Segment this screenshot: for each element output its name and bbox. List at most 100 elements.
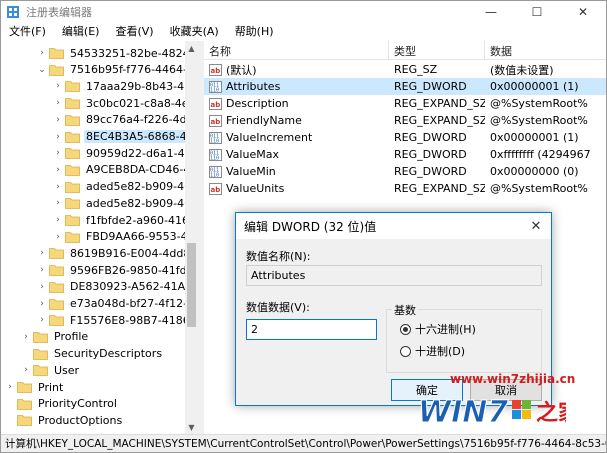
column-header-type[interactable]: 类型 <box>389 41 485 60</box>
value-data-input[interactable]: 2 <box>246 319 377 340</box>
menu-file[interactable]: 文件(F) <box>1 23 54 39</box>
value-row[interactable]: 011 110 ValueMin REG_DWORD 0x00000000 (0) <box>204 163 606 180</box>
collapsed-chevron-icon[interactable]: › <box>21 362 31 378</box>
radio-unchecked-icon[interactable] <box>400 345 411 357</box>
registry-key-tree[interactable]: › 54533251-82be-4824-96c ⌄ 7516b95f-f776-44… <box>1 41 198 434</box>
close-button[interactable]: ✕ <box>560 1 606 22</box>
collapsed-chevron-icon[interactable]: › <box>37 262 47 278</box>
tree-scrollbar[interactable]: ▲ ▼ <box>185 41 198 434</box>
status-bar-path: 计算机\HKEY_LOCAL_MACHINE\SYSTEM\CurrentCon… <box>1 434 606 452</box>
menu-edit[interactable]: 编辑(E) <box>54 23 108 39</box>
logo-suffix: 之家 <box>536 400 566 426</box>
collapsed-chevron-icon[interactable]: › <box>53 78 63 94</box>
dialog-title: 编辑 DWORD (32 位)值 <box>244 219 377 234</box>
collapsed-chevron-icon[interactable]: › <box>37 279 47 295</box>
tree-item[interactable]: › aded5e82-b909-4619- <box>53 179 198 195</box>
list-header: 名称 类型 数据 <box>204 41 606 60</box>
menu-bar: 文件(F) 编辑(E) 查看(V) 收藏夹(A) 帮助(H) <box>1 22 606 40</box>
tree-item[interactable]: › 90959d22-d6a1-49b9- <box>53 145 198 161</box>
value-row[interactable]: 011 110 Attributes REG_DWORD 0x00000001 (1) <box>204 78 606 95</box>
collapsed-chevron-icon[interactable]: › <box>21 329 31 345</box>
tree-item[interactable]: › Profile <box>21 329 90 345</box>
tree-item[interactable]: › aded5e82-b909-4619- <box>53 195 198 211</box>
collapsed-chevron-icon[interactable]: › <box>53 145 63 161</box>
folder-icon <box>65 164 80 176</box>
value-name-text: ValueMin <box>226 165 276 178</box>
tree-item[interactable]: › DE830923-A562-41AF-A0 <box>37 279 198 295</box>
tree-item[interactable]: › FBD9AA66-9553-4097 <box>53 229 198 245</box>
collapsed-chevron-icon[interactable]: › <box>37 312 47 328</box>
tree-item-label: 17aaa29b-8b43-4b94 <box>86 79 198 93</box>
tree-item[interactable]: › 3c0bc021-c8a8-4e07-a <box>53 95 198 111</box>
value-row[interactable]: ab (默认) REG_SZ (数值未设置) <box>204 61 606 78</box>
tree-item[interactable]: PriorityControl <box>5 396 119 412</box>
maximize-button[interactable]: ☐ <box>514 1 560 22</box>
menu-help[interactable]: 帮助(H) <box>227 23 282 39</box>
folder-icon <box>17 415 32 427</box>
value-row[interactable]: ab Description REG_EXPAND_SZ @%SystemRoot% <box>204 95 606 112</box>
svg-text:110: 110 <box>210 172 219 178</box>
value-name-cell: ab FriendlyName <box>204 112 389 129</box>
collapsed-chevron-icon[interactable]: › <box>53 229 63 245</box>
value-row[interactable]: ab FriendlyName REG_EXPAND_SZ @%SystemRoot% <box>204 112 606 129</box>
value-row[interactable]: ab ValueUnits REG_EXPAND_SZ @%SystemRoot% <box>204 180 606 197</box>
scroll-up-icon[interactable]: ▲ <box>185 41 198 55</box>
collapsed-chevron-icon[interactable]: › <box>53 112 63 128</box>
tree-item-label: 3c0bc021-c8a8-4e07-a <box>86 96 198 110</box>
value-name-text: FriendlyName <box>226 114 302 127</box>
column-header-data[interactable]: 数据 <box>485 41 606 60</box>
folder-icon <box>65 148 80 160</box>
tree-item[interactable]: › 54533251-82be-4824-96c <box>37 45 198 61</box>
collapsed-chevron-icon[interactable]: › <box>53 179 63 195</box>
tree-item-label: PriorityControl <box>38 397 117 411</box>
tree-item[interactable]: › Print <box>5 379 65 395</box>
value-row[interactable]: 011 110 ValueIncrement REG_DWORD 0x00000001 … <box>204 129 606 146</box>
value-row[interactable]: 011 110 ValueMax REG_DWORD 0xffffffff (42949… <box>204 146 606 163</box>
collapsed-chevron-icon[interactable]: › <box>53 162 63 178</box>
minimize-button[interactable]: — <box>468 1 514 22</box>
tree-item[interactable]: › A9CEB8DA-CD46-44FB <box>53 162 198 178</box>
hex-radio[interactable]: 十六进制(H) <box>400 321 476 337</box>
tree-item-label: 8EC4B3A5-6868-48c2- <box>84 130 198 143</box>
string-value-icon: ab <box>209 63 222 76</box>
dialog-close-button[interactable]: ✕ <box>521 213 551 239</box>
tree-item[interactable]: › 89cc76a4-f226-4d4b-a <box>53 112 198 128</box>
folder-icon <box>49 265 64 276</box>
value-name-cell: 011 110 ValueIncrement <box>204 129 389 146</box>
folder-icon <box>49 315 64 327</box>
column-header-name[interactable]: 名称 <box>204 41 389 60</box>
menu-view[interactable]: 查看(V) <box>107 23 161 39</box>
collapsed-chevron-icon[interactable]: › <box>53 95 63 111</box>
tree-item[interactable]: › e73a048d-bf27-4f12-973 <box>37 296 198 312</box>
collapsed-chevron-icon[interactable]: › <box>53 195 63 211</box>
collapsed-chevron-icon[interactable]: › <box>53 129 63 145</box>
tree-item[interactable]: › User <box>21 362 81 378</box>
dec-radio[interactable]: 十进制(D) <box>400 343 465 359</box>
collapsed-chevron-icon[interactable]: › <box>37 245 47 261</box>
tree-item[interactable]: ⌄ 7516b95f-f776-4464-8c53 <box>37 62 198 78</box>
collapsed-chevron-icon[interactable]: › <box>53 212 63 228</box>
tree-item[interactable]: SecurityDescriptors <box>21 346 164 362</box>
tree-item-label: 54533251-82be-4824-96c <box>70 46 198 60</box>
scroll-down-icon[interactable]: ▼ <box>185 420 198 434</box>
collapsed-chevron-icon[interactable]: › <box>5 379 15 395</box>
tree-item[interactable]: › 8619B916-E004-4dd8-9B <box>37 245 198 261</box>
folder-icon <box>33 365 48 377</box>
string-value-icon: ab <box>209 114 222 127</box>
expanded-chevron-icon[interactable]: ⌄ <box>37 62 47 78</box>
collapsed-chevron-icon[interactable]: › <box>37 45 47 61</box>
scrollbar-thumb[interactable] <box>187 243 196 327</box>
tree-item-label: Profile <box>54 330 89 344</box>
radio-checked-icon[interactable] <box>400 323 411 335</box>
tree-item[interactable]: › 17aaa29b-8b43-4b94 <box>53 78 198 94</box>
tree-item-label: e73a048d-bf27-4f12-973 <box>70 297 198 310</box>
tree-item[interactable]: › 8EC4B3A5-6868-48c2- <box>53 129 198 145</box>
collapsed-chevron-icon[interactable]: › <box>37 296 47 312</box>
tree-item[interactable]: › f1fbfde2-a960-4165-9 <box>53 212 198 228</box>
value-data-cell: @%SystemRoot% <box>490 114 588 127</box>
tree-item[interactable]: › 9596FB26-9850-41fd-AC3 <box>37 262 198 278</box>
value-type-cell: REG_DWORD <box>394 165 467 178</box>
tree-item[interactable]: › F15576E8-98B7-4186-B94 <box>37 312 198 328</box>
tree-item[interactable]: ProductOptions <box>5 412 124 428</box>
menu-favorites[interactable]: 收藏夹(A) <box>162 23 227 39</box>
